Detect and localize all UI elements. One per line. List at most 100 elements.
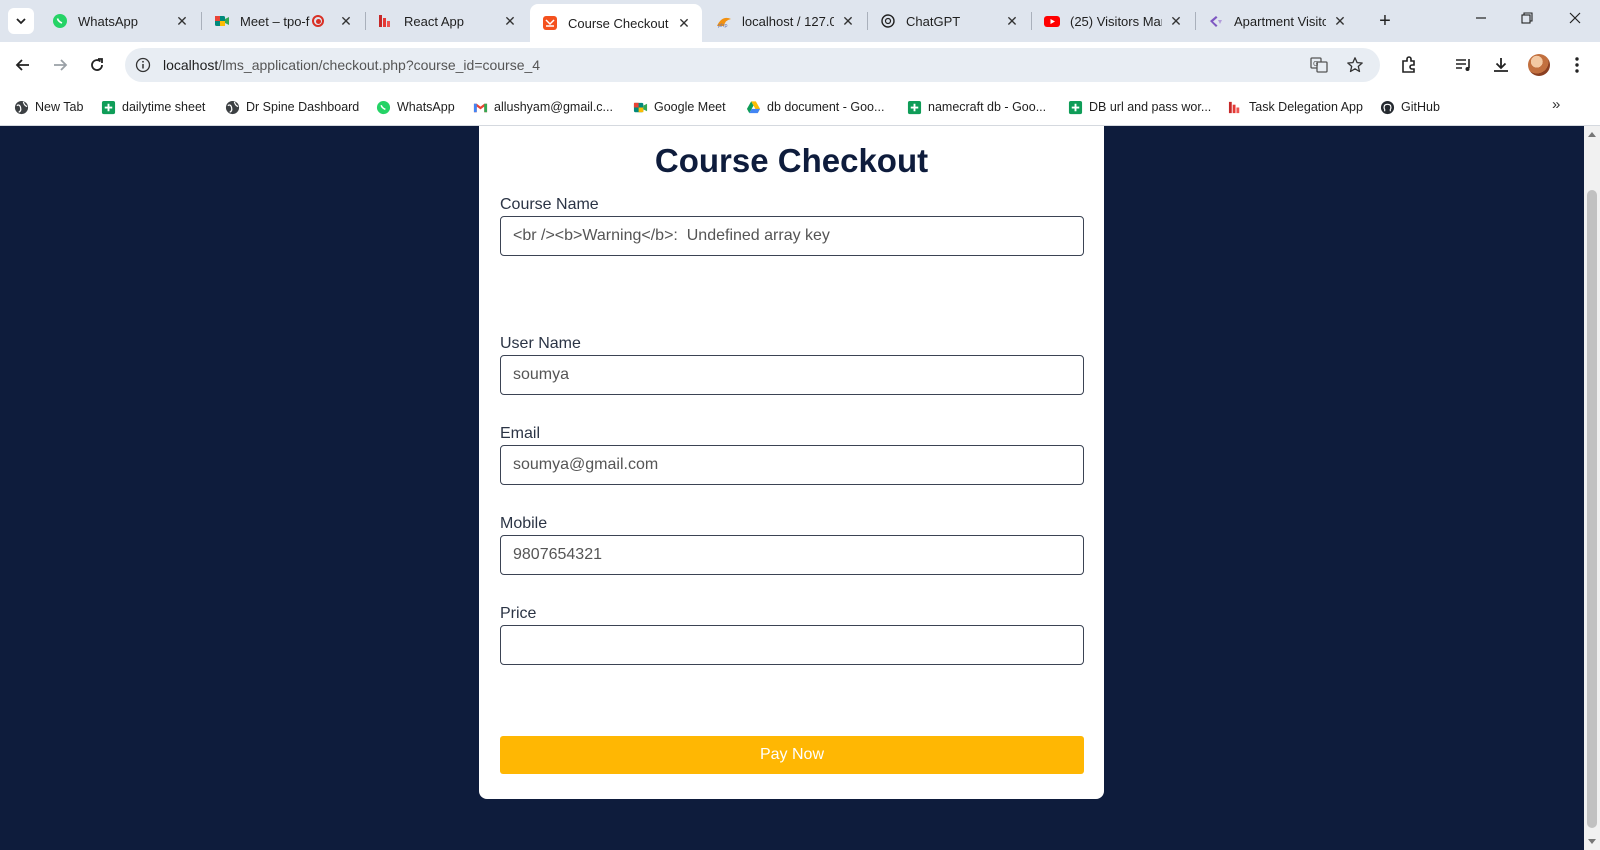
sheets-icon [100, 99, 116, 115]
bookmark-label: DB url and pass wor... [1089, 100, 1212, 114]
close-tab-icon[interactable]: ✕ [174, 13, 190, 29]
svg-text:G: G [1313, 60, 1318, 68]
close-tab-icon[interactable]: ✕ [676, 15, 692, 31]
task-app-icon [1227, 99, 1243, 115]
close-tab-icon[interactable]: ✕ [1004, 13, 1020, 29]
restore-icon [1521, 12, 1533, 24]
bookmark-label: db document - Goo... [767, 100, 885, 114]
translate-icon[interactable]: G [1310, 56, 1328, 74]
bookmark-gmail[interactable]: allushyam@gmail.c... [472, 97, 613, 117]
mobile-input[interactable] [500, 535, 1084, 575]
scroll-thumb[interactable] [1587, 190, 1597, 828]
bookmark-dr-spine-dashboard[interactable]: Dr Spine Dashboard [224, 97, 359, 117]
bookmark-label: Task Delegation App [1249, 100, 1363, 114]
sheets-icon [1067, 99, 1083, 115]
url-host: localhost [163, 57, 219, 73]
close-tab-icon[interactable]: ✕ [840, 13, 856, 29]
scroll-down-icon[interactable] [1588, 839, 1596, 844]
reload-button[interactable] [83, 51, 111, 79]
reload-icon [91, 58, 103, 71]
bookmark-label: Dr Spine Dashboard [246, 100, 360, 114]
bookmark-label: dailytime sheet [122, 100, 206, 114]
course-name-label: Course Name [500, 196, 599, 213]
phpmyadmin-icon: php [716, 13, 732, 29]
github-icon [1379, 99, 1395, 115]
course-checkout-icon [542, 15, 558, 31]
back-button[interactable] [9, 51, 37, 79]
youtube-icon [1044, 13, 1060, 29]
bookmark-new-tab[interactable]: New Tab [13, 97, 83, 117]
bookmarks-bar: New Tab dailytime sheet Dr Spine Dashboa… [0, 88, 1600, 126]
bookmark-db-url-pass[interactable]: DB url and pass wor... [1067, 97, 1211, 117]
address-bar[interactable]: localhost/lms_application/checkout.php?c… [125, 48, 1380, 82]
forward-button[interactable] [46, 51, 74, 79]
new-tab-button[interactable]: + [1374, 10, 1396, 32]
bookmark-star-icon[interactable] [1346, 56, 1364, 74]
menu-kebab-icon[interactable] [1566, 54, 1588, 76]
site-info-icon[interactable] [135, 57, 151, 73]
tab-search-button[interactable] [8, 8, 34, 34]
tab-chatgpt[interactable]: ChatGPT ✕ [868, 4, 1030, 38]
tab-youtube[interactable]: (25) Visitors Man ✕ [1032, 4, 1194, 38]
apartment-icon [1208, 13, 1224, 29]
react-app-icon [378, 13, 394, 29]
close-tab-icon[interactable]: ✕ [502, 13, 518, 29]
url-text[interactable]: localhost/lms_application/checkout.php?c… [163, 57, 540, 73]
tab-course-checkout[interactable]: Course Checkout ✕ [530, 4, 702, 42]
svg-text:php: php [718, 23, 728, 29]
price-label: Price [500, 605, 537, 622]
tab-title: ChatGPT [906, 13, 961, 29]
course-name-input[interactable] [500, 216, 1084, 256]
media-control-icon[interactable] [1453, 54, 1475, 76]
globe-icon [224, 99, 240, 115]
tab-title: Course Checkout [568, 15, 669, 31]
bookmark-label: GitHub [1401, 100, 1440, 114]
tab-title: WhatsApp [78, 13, 138, 29]
tab-title: Apartment Visito [1234, 13, 1326, 29]
tab-apartment-visitor[interactable]: Apartment Visito ✕ [1196, 4, 1358, 38]
arrow-left-icon [15, 59, 29, 71]
bookmark-label: New Tab [35, 100, 84, 114]
user-name-label: User Name [500, 335, 581, 352]
email-label: Email [500, 425, 541, 442]
drive-icon [745, 99, 761, 115]
chatgpt-icon [880, 13, 896, 29]
bookmark-task-delegation-app[interactable]: Task Delegation App [1227, 97, 1363, 117]
bookmark-google-meet[interactable]: Google Meet [632, 97, 726, 117]
user-name-input[interactable] [500, 355, 1084, 395]
close-tab-icon[interactable]: ✕ [1332, 13, 1348, 29]
profile-avatar[interactable] [1528, 54, 1550, 76]
globe-icon [13, 99, 29, 115]
extensions-icon[interactable] [1398, 54, 1420, 76]
bookmark-dailytime-sheet[interactable]: dailytime sheet [100, 97, 205, 117]
bookmark-label: allushyam@gmail.c... [494, 100, 613, 114]
arrow-right-icon [54, 59, 68, 71]
download-icon[interactable] [1490, 54, 1512, 76]
close-tab-icon[interactable]: ✕ [338, 13, 354, 29]
tab-whatsapp[interactable]: WhatsApp ✕ [40, 4, 200, 38]
minimize-icon [1476, 17, 1486, 19]
email-input[interactable] [500, 445, 1084, 485]
scroll-up-icon[interactable] [1588, 132, 1596, 137]
bookmark-github[interactable]: GitHub [1379, 97, 1440, 117]
bookmark-namecraft-db[interactable]: namecraft db - Goo... [906, 97, 1046, 117]
tab-react-app[interactable]: React App ✕ [366, 4, 528, 38]
gmail-icon [472, 99, 488, 115]
page-viewport: Course Checkout Course Name User Name Em… [0, 126, 1584, 850]
bookmark-db-document[interactable]: db document - Goo... [745, 97, 884, 117]
tab-phpmyadmin[interactable]: php localhost / 127.0 ✕ [704, 4, 866, 38]
tab-title: React App [404, 13, 464, 29]
bookmarks-overflow-icon[interactable]: » [1552, 96, 1560, 113]
browser-toolbar: localhost/lms_application/checkout.php?c… [0, 42, 1600, 88]
close-window-button[interactable] [1560, 8, 1590, 32]
close-tab-icon[interactable]: ✕ [1168, 13, 1184, 29]
pay-now-button[interactable]: Pay Now [500, 736, 1084, 774]
page-title: Course Checkout [654, 142, 929, 179]
restore-button[interactable] [1512, 8, 1542, 32]
minimize-button[interactable] [1466, 8, 1496, 32]
page-scrollbar[interactable] [1584, 126, 1600, 850]
tab-title: Meet – tpo-f [240, 13, 310, 29]
tab-google-meet[interactable]: Meet – tpo-f ✕ [202, 4, 364, 38]
price-input[interactable] [500, 625, 1084, 665]
bookmark-whatsapp[interactable]: WhatsApp [375, 97, 455, 117]
